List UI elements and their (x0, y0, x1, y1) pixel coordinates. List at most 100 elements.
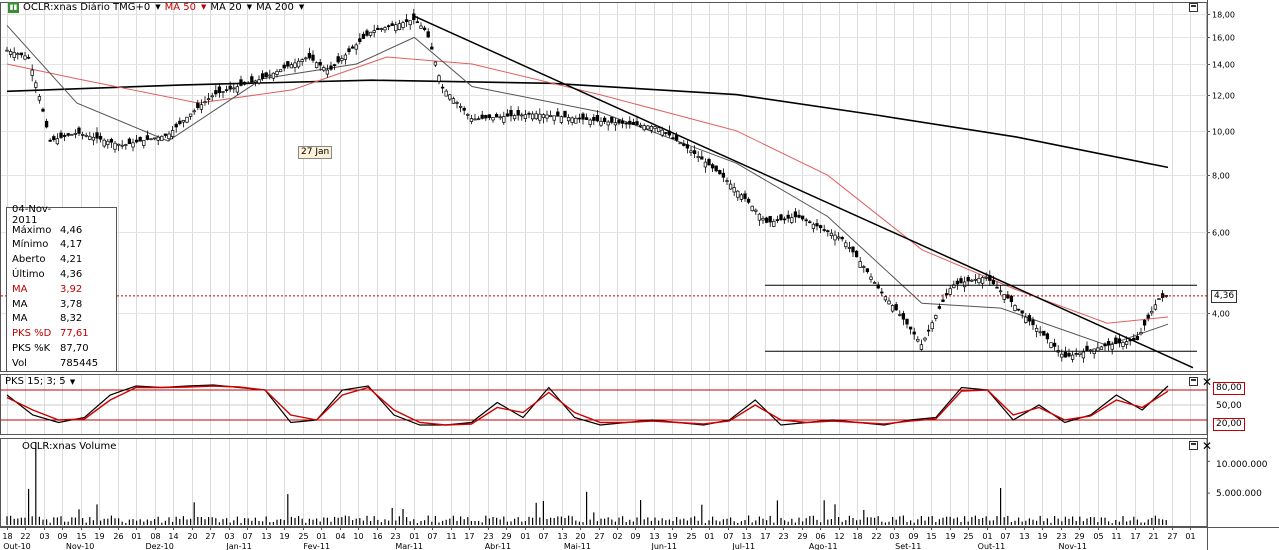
maximize-price-pane-button[interactable] (1189, 3, 1198, 12)
candle-body (174, 123, 178, 128)
ohlc-value: 4,36 (60, 269, 83, 281)
close-stoch-pane-icon[interactable]: ✕ (1202, 376, 1212, 388)
trendline (413, 15, 1194, 369)
candle-body (127, 138, 132, 145)
x-tick-label: 19 (279, 532, 289, 541)
candle-body (887, 300, 891, 305)
candle-body (674, 135, 679, 141)
candle-body (941, 299, 945, 302)
candle-body (289, 64, 294, 69)
candle-body (214, 90, 218, 95)
candle-body (815, 223, 819, 227)
candle-body (502, 116, 506, 123)
candle-body (718, 170, 722, 175)
x-tick-label: 15 (926, 532, 936, 541)
candle-body (138, 136, 142, 142)
candle-body (340, 58, 344, 61)
candle-body (883, 296, 888, 301)
candle-body (707, 158, 711, 166)
symbol-title[interactable]: OCLR:xnas Diário TMG+0 (23, 2, 150, 13)
x-tick-label: 03 (889, 532, 899, 541)
candle-body (480, 114, 484, 119)
candle-body (682, 143, 686, 146)
candle-body (624, 122, 628, 125)
candle-body (520, 114, 524, 117)
x-tick-label: 23 (1056, 532, 1066, 541)
y-tick-label: 4,00 (1212, 310, 1230, 319)
x-tick-label: 17 (464, 532, 474, 541)
candle-body (1020, 310, 1024, 314)
close-volume-pane-icon[interactable]: ✕ (1202, 440, 1212, 452)
candle-body (192, 110, 196, 113)
candle-body (754, 209, 758, 212)
x-tick-label: 29 (797, 532, 807, 541)
volume-title[interactable]: OCLR:xnas Volume (22, 441, 116, 452)
candle-body (318, 62, 322, 66)
x-month-label: Abr-11 (485, 542, 511, 550)
candle-body (232, 87, 236, 90)
x-month-label: Dez-10 (145, 542, 173, 550)
x-tick-label: 13 (649, 532, 659, 541)
candle-body (408, 20, 412, 26)
candle-body (563, 110, 567, 118)
candle-body (329, 65, 333, 70)
candle-body (462, 107, 466, 111)
candle-body (12, 52, 16, 58)
candle-body (653, 126, 657, 129)
candle-body (52, 136, 56, 141)
candle-body (1042, 330, 1046, 336)
x-tick-label: 12 (834, 532, 844, 541)
chevron-down-icon[interactable]: ▼ (201, 3, 206, 11)
candle-body (476, 118, 481, 121)
ohlc-label: Vol (12, 357, 27, 369)
ma200-legend[interactable]: MA 200 (256, 2, 294, 13)
candle-body (354, 44, 358, 50)
candle-body (1157, 298, 1161, 300)
candle-body (149, 138, 153, 141)
candle-body (160, 135, 164, 142)
candle-body (307, 53, 312, 59)
ma50-legend[interactable]: MA 50 (165, 2, 196, 13)
candle-body (48, 139, 52, 142)
x-tick-label: 11 (446, 532, 456, 541)
candle-body (358, 38, 362, 43)
candle-body (750, 205, 754, 212)
ohlc-row: Último 4,36 (7, 267, 116, 282)
candle-body (692, 150, 697, 154)
candle-body (880, 291, 884, 294)
ohlc-label: Mínimo (12, 239, 49, 251)
x-tick-label: 23 (390, 532, 400, 541)
candle-body (304, 57, 308, 60)
chevron-down-icon[interactable]: ▼ (299, 3, 304, 11)
candle-body (1070, 354, 1075, 360)
ma20-legend[interactable]: MA 20 (210, 2, 241, 13)
candle-body (811, 223, 816, 229)
stoch-title[interactable]: PKS 15; 3; 5 ▼ (5, 376, 75, 387)
candle-body (404, 19, 409, 22)
candle-body (696, 156, 700, 158)
candle-body (466, 114, 470, 116)
candle-body (376, 27, 380, 30)
candle-body (217, 86, 222, 94)
maximize-volume-pane-button[interactable] (1189, 441, 1198, 450)
candle-body (973, 278, 978, 281)
candle-body (728, 183, 733, 190)
candle-body (581, 113, 585, 120)
candle-body (955, 280, 960, 285)
chevron-down-icon[interactable]: ▼ (70, 378, 75, 386)
candle-body (206, 98, 211, 101)
maximize-stoch-pane-button[interactable] (1189, 377, 1198, 386)
candle-body (163, 133, 168, 136)
candle-body (872, 282, 877, 284)
candle-body (1081, 351, 1086, 359)
chevron-down-icon[interactable]: ▼ (155, 3, 160, 11)
chart-header: ▮▮ OCLR:xnas Diário TMG+0 ▼ MA 50 ▼ MA 20 ▼… (0, 0, 304, 14)
candle-body (800, 215, 805, 220)
candle-body (516, 110, 520, 116)
candle-body (793, 211, 798, 218)
date-annotation[interactable]: 27 Jan (298, 146, 333, 159)
chevron-down-icon[interactable]: ▼ (247, 3, 252, 11)
x-tick-label: 07 (723, 532, 733, 541)
candle-body (998, 290, 1003, 293)
candle-body (1006, 294, 1010, 299)
